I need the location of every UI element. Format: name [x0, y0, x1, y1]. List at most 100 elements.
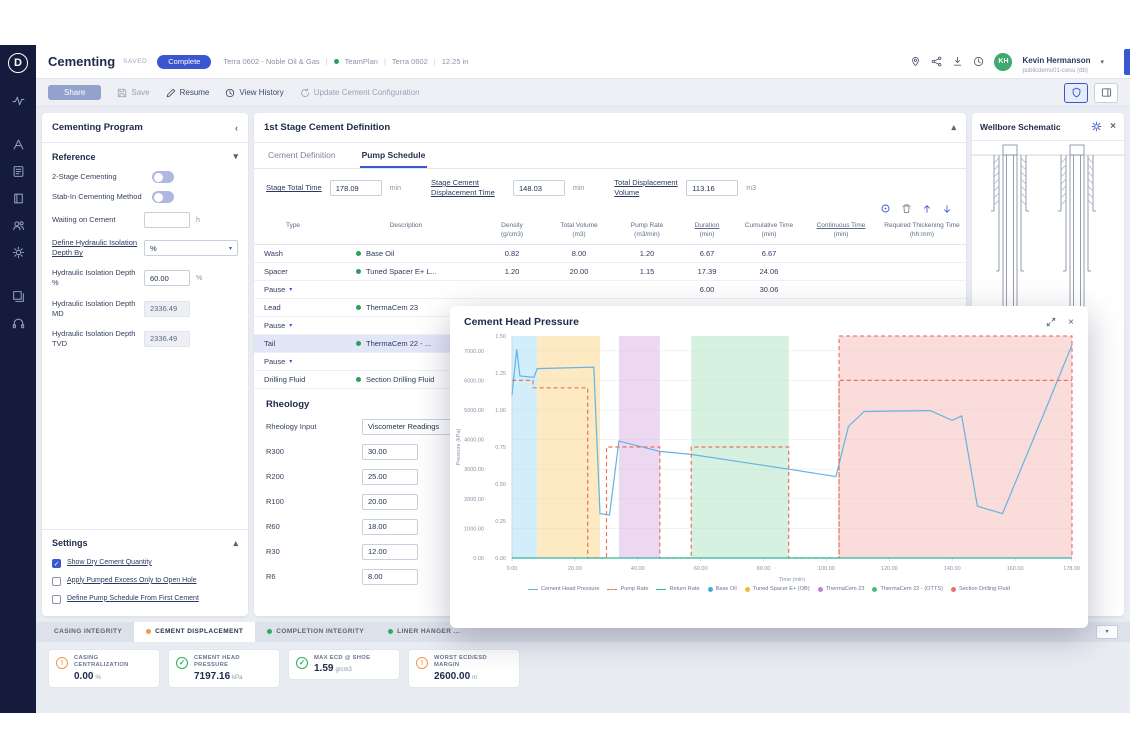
- svg-text:1.50: 1.50: [495, 334, 506, 340]
- close-icon[interactable]: ×: [1110, 121, 1116, 132]
- screenshot: D Cementing SAVED Complete Terra 0602 - …: [0, 0, 1130, 730]
- tabs-collapse-button[interactable]: ▾: [1096, 625, 1118, 639]
- bottom-tab-cement-displacement[interactable]: CEMENT DISPLACEMENT: [134, 622, 255, 642]
- checkbox[interactable]: [52, 595, 61, 604]
- cementing-program-panel: Cementing Program ‹ Reference ▾ 2-Stage …: [42, 113, 248, 616]
- displacement-volume-unit: m3: [746, 185, 756, 192]
- kpi-title: CASING CENTRALIZATION: [74, 655, 154, 670]
- displacement-time-label[interactable]: Stage Cement Displacement Time: [431, 178, 505, 198]
- table-row[interactable]: WashBase Oil0.828.001.206.676.67: [254, 245, 966, 263]
- arrow-up-icon[interactable]: [922, 204, 932, 214]
- bottom-tab-casing-integrity[interactable]: CASING INTEGRITY: [42, 622, 134, 642]
- checkbox[interactable]: [52, 577, 61, 586]
- rheology-reading-input[interactable]: 8.00: [362, 569, 418, 585]
- isolation-depth-md-label: Hydraulic Isolation Depth MD: [52, 299, 138, 319]
- history-icon[interactable]: [973, 56, 984, 67]
- avatar[interactable]: KH: [994, 53, 1012, 71]
- stage-total-time-label[interactable]: Stage Total Time: [266, 183, 322, 193]
- define-isolation-depth-link[interactable]: Define Hydraulic Isolation Depth By: [52, 238, 138, 258]
- chevron-down-icon[interactable]: ▾: [1100, 58, 1104, 66]
- kpi-card[interactable]: ✓CEMENT HEAD PRESSURE7197.16kPa: [168, 649, 280, 688]
- target-icon[interactable]: [880, 203, 891, 214]
- gear-icon[interactable]: [1091, 121, 1102, 132]
- kpi-title: MAX ECD @ SHOE: [314, 655, 394, 663]
- checkbox[interactable]: ✓: [52, 559, 61, 568]
- tab-pump-schedule[interactable]: Pump Schedule: [360, 143, 428, 168]
- trash-icon[interactable]: [901, 203, 912, 214]
- breadcrumb-well[interactable]: Terra 0602: [392, 57, 428, 66]
- frames-icon[interactable]: [12, 290, 25, 303]
- rheology-input-label: Rheology Input: [266, 422, 354, 431]
- svg-text:1.25: 1.25: [495, 371, 506, 377]
- svg-text:0.25: 0.25: [495, 519, 506, 525]
- users-icon[interactable]: [12, 219, 25, 232]
- download-icon[interactable]: [952, 56, 963, 67]
- rheology-reading-input[interactable]: 25.00: [362, 469, 418, 485]
- kpi-card[interactable]: !CASING CENTRALIZATION0.00%: [48, 649, 160, 688]
- column-header[interactable]: Duration(min): [680, 220, 734, 242]
- svg-text:5000.00: 5000.00: [464, 408, 484, 414]
- isolation-depth-by-select[interactable]: % ▾: [144, 240, 238, 256]
- breadcrumb-project[interactable]: Terra 0602 - Noble Oil & Gas: [223, 57, 319, 66]
- displacement-volume-label[interactable]: Total Displacement Volume: [614, 178, 678, 198]
- svg-text:178.00: 178.00: [1063, 566, 1080, 572]
- location-icon[interactable]: [910, 56, 921, 67]
- save-button[interactable]: Save: [117, 88, 149, 98]
- user-block[interactable]: Kevin Hermanson publicdemo01-cwsu (db): [1022, 50, 1090, 74]
- app-a-icon[interactable]: [12, 138, 25, 151]
- cell-value: [878, 251, 966, 255]
- stab-in-label: Stab-In Cementing Method: [52, 192, 144, 202]
- cell-description: [332, 287, 480, 291]
- share-button[interactable]: Share: [48, 85, 101, 100]
- rheology-reading-input[interactable]: 30.00: [362, 444, 418, 460]
- two-stage-toggle[interactable]: [152, 171, 174, 183]
- collapse-panel-icon[interactable]: ▴: [951, 122, 956, 133]
- rheology-reading-input[interactable]: 12.00: [362, 544, 418, 560]
- rheology-reading-label: R200: [266, 472, 354, 481]
- collapse-left-icon[interactable]: ‹: [235, 123, 238, 133]
- report-icon[interactable]: [12, 165, 25, 178]
- expand-icon[interactable]: [1046, 317, 1056, 327]
- checkbox-label[interactable]: Define Pump Schedule From First Cement: [67, 594, 199, 604]
- share-nodes-icon[interactable]: [931, 56, 942, 67]
- chevron-down-icon[interactable]: ▾: [289, 322, 292, 329]
- activity-icon[interactable]: [12, 94, 25, 107]
- svg-text:60.00: 60.00: [694, 566, 708, 572]
- tab-cement-definition[interactable]: Cement Definition: [266, 143, 338, 168]
- table-row[interactable]: SpacerTuned Spacer E+ L...1.2020.001.151…: [254, 263, 966, 281]
- kpi-card[interactable]: !WORST ECD/ESD MARGIN2600.00m: [408, 649, 520, 688]
- chevron-down-icon[interactable]: ▾: [233, 151, 238, 162]
- update-cement-configuration-button[interactable]: Update Cement Configuration: [300, 88, 420, 98]
- chevron-down-icon[interactable]: ▾: [289, 286, 292, 293]
- stab-in-toggle[interactable]: [152, 191, 174, 203]
- warning-circle-icon: !: [56, 657, 68, 669]
- bottom-tab-completion-integrity[interactable]: COMPLETION INTEGRITY: [255, 622, 376, 642]
- book-icon[interactable]: [12, 192, 25, 205]
- gear-icon[interactable]: [12, 246, 25, 259]
- svg-text:160.00: 160.00: [1007, 566, 1024, 572]
- checkbox-label[interactable]: Apply Pumped Excess Only to Open Hole: [67, 576, 197, 586]
- headset-icon[interactable]: [12, 317, 25, 330]
- app-logo-icon[interactable]: D: [8, 53, 28, 73]
- view-history-button[interactable]: View History: [225, 88, 283, 98]
- legend-item: Return Rate: [656, 586, 699, 592]
- close-icon[interactable]: ×: [1068, 317, 1074, 328]
- layout-columns-button[interactable]: [1094, 83, 1118, 103]
- isolation-depth-by-value: %: [150, 244, 157, 253]
- column-header[interactable]: Continuous Time(min): [804, 220, 878, 242]
- table-row[interactable]: Pause▾6.0030.06: [254, 281, 966, 299]
- isolation-depth-pct-input[interactable]: 60.00: [144, 270, 190, 286]
- rheology-input-select[interactable]: Viscometer Readings ▾: [362, 419, 460, 435]
- kpi-card[interactable]: ✓MAX ECD @ SHOE1.59g/cm3: [288, 649, 400, 681]
- waiting-on-cement-input[interactable]: [144, 212, 190, 228]
- breadcrumb-team[interactable]: TeamPlan: [345, 57, 378, 66]
- checkbox-label[interactable]: Show Dry Cement Quantity: [67, 558, 152, 568]
- arrow-down-icon[interactable]: [942, 204, 952, 214]
- resume-button[interactable]: Resume: [166, 88, 210, 98]
- rheology-reading-input[interactable]: 20.00: [362, 494, 418, 510]
- rheology-reading-input[interactable]: 18.00: [362, 519, 418, 535]
- legend-item: ThermaCem 22 - (OTTS): [872, 586, 942, 592]
- safety-shield-button[interactable]: [1064, 83, 1088, 103]
- chevron-down-icon[interactable]: ▾: [289, 358, 292, 365]
- chevron-up-icon[interactable]: ▴: [233, 538, 238, 549]
